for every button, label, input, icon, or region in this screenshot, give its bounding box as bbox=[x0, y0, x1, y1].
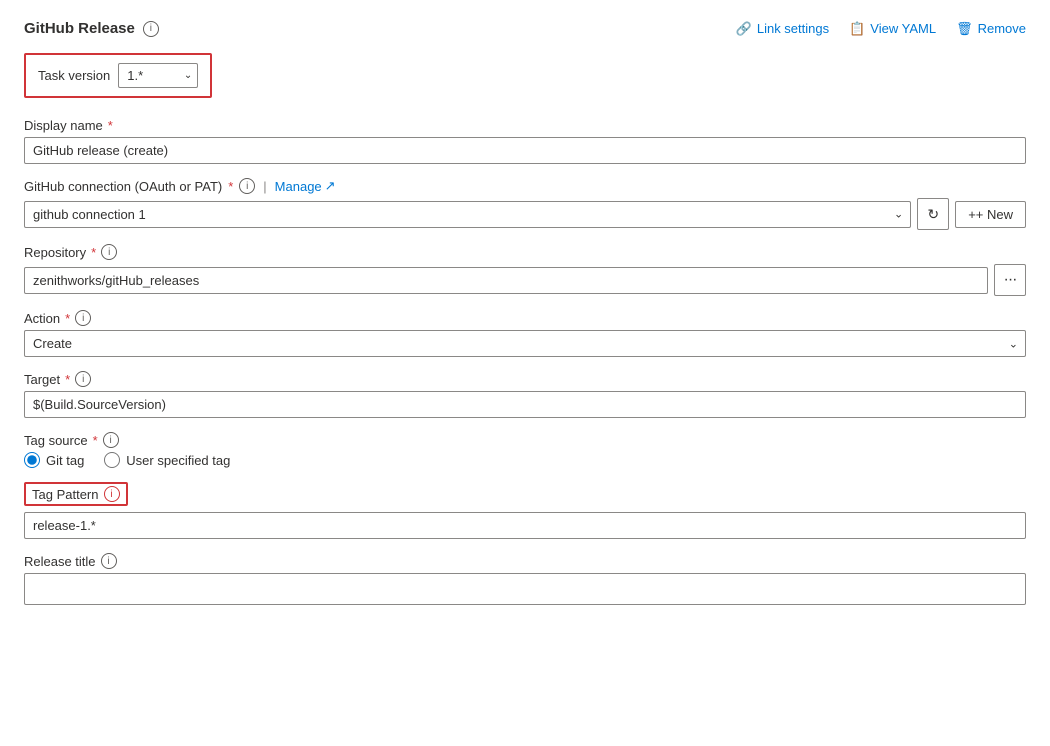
user-specified-tag-radio[interactable] bbox=[104, 452, 120, 468]
repository-browse-button[interactable]: ··· bbox=[994, 264, 1026, 296]
tag-pattern-info-icon[interactable]: i bbox=[104, 486, 120, 502]
action-select[interactable]: Create Edit Delete bbox=[24, 330, 1026, 357]
github-connection-info-icon[interactable]: i bbox=[239, 178, 255, 194]
header-info-icon[interactable]: i bbox=[143, 21, 159, 37]
target-input[interactable] bbox=[24, 391, 1026, 418]
repository-required: * bbox=[91, 245, 96, 260]
new-connection-button[interactable]: + + New bbox=[955, 201, 1026, 228]
display-name-group: Display name * bbox=[24, 118, 1026, 164]
action-label: Action * i bbox=[24, 310, 1026, 326]
page-title-area: GitHub Release i bbox=[24, 20, 159, 37]
user-specified-tag-label: User specified tag bbox=[126, 453, 230, 468]
display-name-label: Display name * bbox=[24, 118, 1026, 133]
refresh-connection-button[interactable]: ↻ bbox=[917, 198, 949, 230]
repository-info-icon[interactable]: i bbox=[101, 244, 117, 260]
action-select-wrapper: Create Edit Delete ⌄ bbox=[24, 330, 1026, 357]
release-title-info-icon[interactable]: i bbox=[101, 553, 117, 569]
repository-label: Repository * i bbox=[24, 244, 1026, 260]
tag-pattern-label-box: Tag Pattern i bbox=[24, 482, 128, 506]
task-version-label: Task version bbox=[38, 68, 110, 83]
tag-source-info-icon[interactable]: i bbox=[103, 432, 119, 448]
user-specified-tag-radio-item[interactable]: User specified tag bbox=[104, 452, 230, 468]
release-title-label: Release title i bbox=[24, 553, 1026, 569]
header-actions: 🔗 Link settings 📋 View YAML 🗑 Remove bbox=[736, 21, 1026, 37]
refresh-icon: ↻ bbox=[927, 206, 939, 223]
ellipsis-icon: ··· bbox=[1004, 271, 1017, 289]
target-info-icon[interactable]: i bbox=[75, 371, 91, 387]
github-connection-group: GitHub connection (OAuth or PAT) * i | M… bbox=[24, 178, 1026, 230]
action-group: Action * i Create Edit Delete ⌄ bbox=[24, 310, 1026, 357]
release-title-input[interactable] bbox=[24, 573, 1026, 605]
github-connection-label-row: GitHub connection (OAuth or PAT) * i | M… bbox=[24, 178, 1026, 194]
display-name-required: * bbox=[108, 118, 113, 133]
git-tag-label: Git tag bbox=[46, 453, 84, 468]
view-yaml-icon: 📋 bbox=[849, 21, 865, 37]
connection-input-row: github connection 1 ⌄ ↻ + + New bbox=[24, 198, 1026, 230]
target-label: Target * i bbox=[24, 371, 1026, 387]
tag-source-group: Tag source * i Git tag User specified ta… bbox=[24, 432, 1026, 468]
action-info-icon[interactable]: i bbox=[75, 310, 91, 326]
task-version-box: Task version 1.* 0.* ⌄ bbox=[24, 53, 212, 98]
github-connection-select[interactable]: github connection 1 bbox=[24, 201, 911, 228]
release-title-group: Release title i bbox=[24, 553, 1026, 605]
manage-external-icon: ↗ bbox=[325, 178, 336, 194]
tag-source-required: * bbox=[93, 433, 98, 448]
tag-pattern-input[interactable] bbox=[24, 512, 1026, 539]
git-tag-radio[interactable] bbox=[24, 452, 40, 468]
tag-pattern-group: Tag Pattern i bbox=[24, 482, 1026, 539]
plus-icon: + bbox=[968, 207, 976, 222]
target-required: * bbox=[65, 372, 70, 387]
manage-link[interactable]: Manage ↗ bbox=[275, 178, 336, 194]
remove-icon: 🗑 bbox=[956, 21, 973, 37]
display-name-input[interactable] bbox=[24, 137, 1026, 164]
git-tag-radio-item[interactable]: Git tag bbox=[24, 452, 84, 468]
remove-button[interactable]: 🗑 Remove bbox=[956, 21, 1026, 37]
page-header: GitHub Release i 🔗 Link settings 📋 View … bbox=[24, 20, 1026, 37]
action-required: * bbox=[65, 311, 70, 326]
pipe-separator: | bbox=[263, 179, 266, 194]
page-title: GitHub Release bbox=[24, 20, 135, 37]
github-connection-required: * bbox=[228, 179, 233, 194]
connection-select-wrapper: github connection 1 ⌄ bbox=[24, 201, 911, 228]
repository-group: Repository * i ··· bbox=[24, 244, 1026, 296]
task-version-select[interactable]: 1.* 0.* bbox=[118, 63, 198, 88]
link-settings-icon: 🔗 bbox=[736, 21, 752, 37]
repository-input[interactable] bbox=[24, 267, 988, 294]
repository-input-row: ··· bbox=[24, 264, 1026, 296]
tag-source-radio-group: Git tag User specified tag bbox=[24, 452, 1026, 468]
tag-source-label: Tag source * i bbox=[24, 432, 1026, 448]
view-yaml-button[interactable]: 📋 View YAML bbox=[849, 21, 936, 37]
task-version-select-wrapper: 1.* 0.* ⌄ bbox=[118, 63, 198, 88]
link-settings-button[interactable]: 🔗 Link settings bbox=[736, 21, 829, 37]
target-group: Target * i bbox=[24, 371, 1026, 418]
